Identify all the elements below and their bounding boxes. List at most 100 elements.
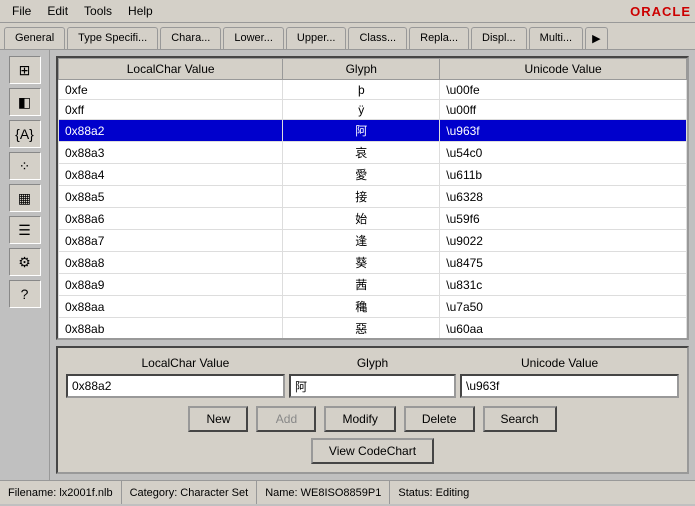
cell-glyph: 葵 <box>283 252 440 274</box>
sidebar: ⊞ ◧ {A} ⁘ ▦ ☰ ⚙ ? <box>0 50 50 480</box>
cell-localchar: 0x88a2 <box>59 120 283 142</box>
view-codechart-row: View CodeChart <box>66 438 679 464</box>
tab-lower[interactable]: Lower... <box>223 27 284 49</box>
main-content: ⊞ ◧ {A} ⁘ ▦ ☰ ⚙ ? LocalChar Value Glyph … <box>0 50 695 480</box>
cell-glyph: ÿ <box>283 100 440 120</box>
sidebar-icon-dots[interactable]: ⁘ <box>9 152 41 180</box>
col-header-unicode: Unicode Value <box>440 59 687 80</box>
cell-localchar: 0xff <box>59 100 283 120</box>
input-glyph[interactable] <box>289 374 456 398</box>
table-row[interactable]: 0x88a7逢\u9022 <box>59 230 687 252</box>
cell-unicode: \u00ff <box>440 100 687 120</box>
table-row[interactable]: 0x88aa穐\u7a50 <box>59 296 687 318</box>
sidebar-icon-layout[interactable]: ▦ <box>9 184 41 212</box>
table-row[interactable]: 0x88a3哀\u54c0 <box>59 142 687 164</box>
cell-localchar: 0x88a5 <box>59 186 283 208</box>
tab-bar: General Type Specifi... Chara... Lower..… <box>0 23 695 50</box>
edit-form: LocalChar Value Glyph Unicode Value New … <box>56 346 689 474</box>
cell-glyph: þ <box>283 80 440 100</box>
cell-glyph: 哀 <box>283 142 440 164</box>
cell-unicode: \u54c0 <box>440 142 687 164</box>
status-editing: Status: Editing <box>390 481 695 504</box>
status-filename: Filename: lx2001f.nlb <box>0 481 122 504</box>
cell-localchar: 0x88aa <box>59 296 283 318</box>
cell-unicode: \u611b <box>440 164 687 186</box>
cell-glyph: 愛 <box>283 164 440 186</box>
cell-glyph: 逢 <box>283 230 440 252</box>
char-table: LocalChar Value Glyph Unicode Value 0xfe… <box>58 58 687 338</box>
cell-unicode: \u9022 <box>440 230 687 252</box>
form-label-unicode: Unicode Value <box>440 356 679 370</box>
cell-glyph: 茜 <box>283 274 440 296</box>
menu-help[interactable]: Help <box>120 2 161 20</box>
tab-type-specifi[interactable]: Type Specifi... <box>67 27 158 49</box>
status-category: Category: Character Set <box>122 481 258 504</box>
table-scroll[interactable]: LocalChar Value Glyph Unicode Value 0xfe… <box>58 58 687 338</box>
form-labels: LocalChar Value Glyph Unicode Value <box>66 356 679 370</box>
status-name: Name: WE8ISO8859P1 <box>257 481 390 504</box>
cell-localchar: 0x88a6 <box>59 208 283 230</box>
menu-edit[interactable]: Edit <box>39 2 76 20</box>
status-bar: Filename: lx2001f.nlb Category: Characte… <box>0 480 695 504</box>
add-button[interactable]: Add <box>256 406 316 432</box>
input-localchar[interactable] <box>66 374 285 398</box>
cell-unicode: \u7a50 <box>440 296 687 318</box>
sidebar-icon-panel[interactable]: ◧ <box>9 88 41 116</box>
table-row[interactable]: 0x88a9茜\u831c <box>59 274 687 296</box>
tab-chara[interactable]: Chara... <box>160 27 221 49</box>
cell-localchar: 0x88a7 <box>59 230 283 252</box>
table-row[interactable]: 0x88ab惡\u60aa <box>59 318 687 339</box>
view-codechart-button[interactable]: View CodeChart <box>311 438 434 464</box>
cell-glyph: 穐 <box>283 296 440 318</box>
tab-more[interactable]: ▶ <box>585 27 607 49</box>
form-label-glyph: Glyph <box>309 356 436 370</box>
input-unicode[interactable] <box>460 374 679 398</box>
table-row[interactable]: 0x88a8葵\u8475 <box>59 252 687 274</box>
menu-bar: File Edit Tools Help ORACLE <box>0 0 695 23</box>
cell-unicode: \u831c <box>440 274 687 296</box>
table-row[interactable]: 0x88a2阿\u963f <box>59 120 687 142</box>
sidebar-icon-type[interactable]: {A} <box>9 120 41 148</box>
menu-file[interactable]: File <box>4 2 39 20</box>
tab-multi[interactable]: Multi... <box>529 27 583 49</box>
form-label-localchar: LocalChar Value <box>66 356 305 370</box>
cell-localchar: 0x88a8 <box>59 252 283 274</box>
table-row[interactable]: 0x88a5接\u6328 <box>59 186 687 208</box>
sidebar-icon-grid[interactable]: ⊞ <box>9 56 41 84</box>
tab-displ[interactable]: Displ... <box>471 27 527 49</box>
cell-glyph: 始 <box>283 208 440 230</box>
col-header-localchar: LocalChar Value <box>59 59 283 80</box>
modify-button[interactable]: Modify <box>324 406 395 432</box>
cell-localchar: 0x88a4 <box>59 164 283 186</box>
tab-class[interactable]: Class... <box>348 27 407 49</box>
edit-fields <box>66 374 679 398</box>
sidebar-icon-list[interactable]: ☰ <box>9 216 41 244</box>
cell-glyph: 接 <box>283 186 440 208</box>
table-row[interactable]: 0xffÿ\u00ff <box>59 100 687 120</box>
menu-tools[interactable]: Tools <box>76 2 120 20</box>
tab-general[interactable]: General <box>4 27 65 49</box>
delete-button[interactable]: Delete <box>404 406 475 432</box>
cell-localchar: 0x88ab <box>59 318 283 339</box>
cell-unicode: \u6328 <box>440 186 687 208</box>
cell-localchar: 0x88a9 <box>59 274 283 296</box>
cell-unicode: \u963f <box>440 120 687 142</box>
cell-unicode: \u59f6 <box>440 208 687 230</box>
cell-glyph: 阿 <box>283 120 440 142</box>
table-container[interactable]: LocalChar Value Glyph Unicode Value 0xfe… <box>56 56 689 340</box>
right-panel: LocalChar Value Glyph Unicode Value 0xfe… <box>50 50 695 480</box>
cell-unicode: \u8475 <box>440 252 687 274</box>
table-row[interactable]: 0x88a6始\u59f6 <box>59 208 687 230</box>
tab-repla[interactable]: Repla... <box>409 27 469 49</box>
table-row[interactable]: 0x88a4愛\u611b <box>59 164 687 186</box>
table-row[interactable]: 0xfeþ\u00fe <box>59 80 687 100</box>
cell-unicode: \u60aa <box>440 318 687 339</box>
new-button[interactable]: New <box>188 406 248 432</box>
tab-upper[interactable]: Upper... <box>286 27 347 49</box>
action-buttons: New Add Modify Delete Search <box>66 406 679 432</box>
cell-localchar: 0x88a3 <box>59 142 283 164</box>
cell-glyph: 惡 <box>283 318 440 339</box>
sidebar-icon-gear[interactable]: ⚙ <box>9 248 41 276</box>
sidebar-icon-help[interactable]: ? <box>9 280 41 308</box>
search-button[interactable]: Search <box>483 406 557 432</box>
